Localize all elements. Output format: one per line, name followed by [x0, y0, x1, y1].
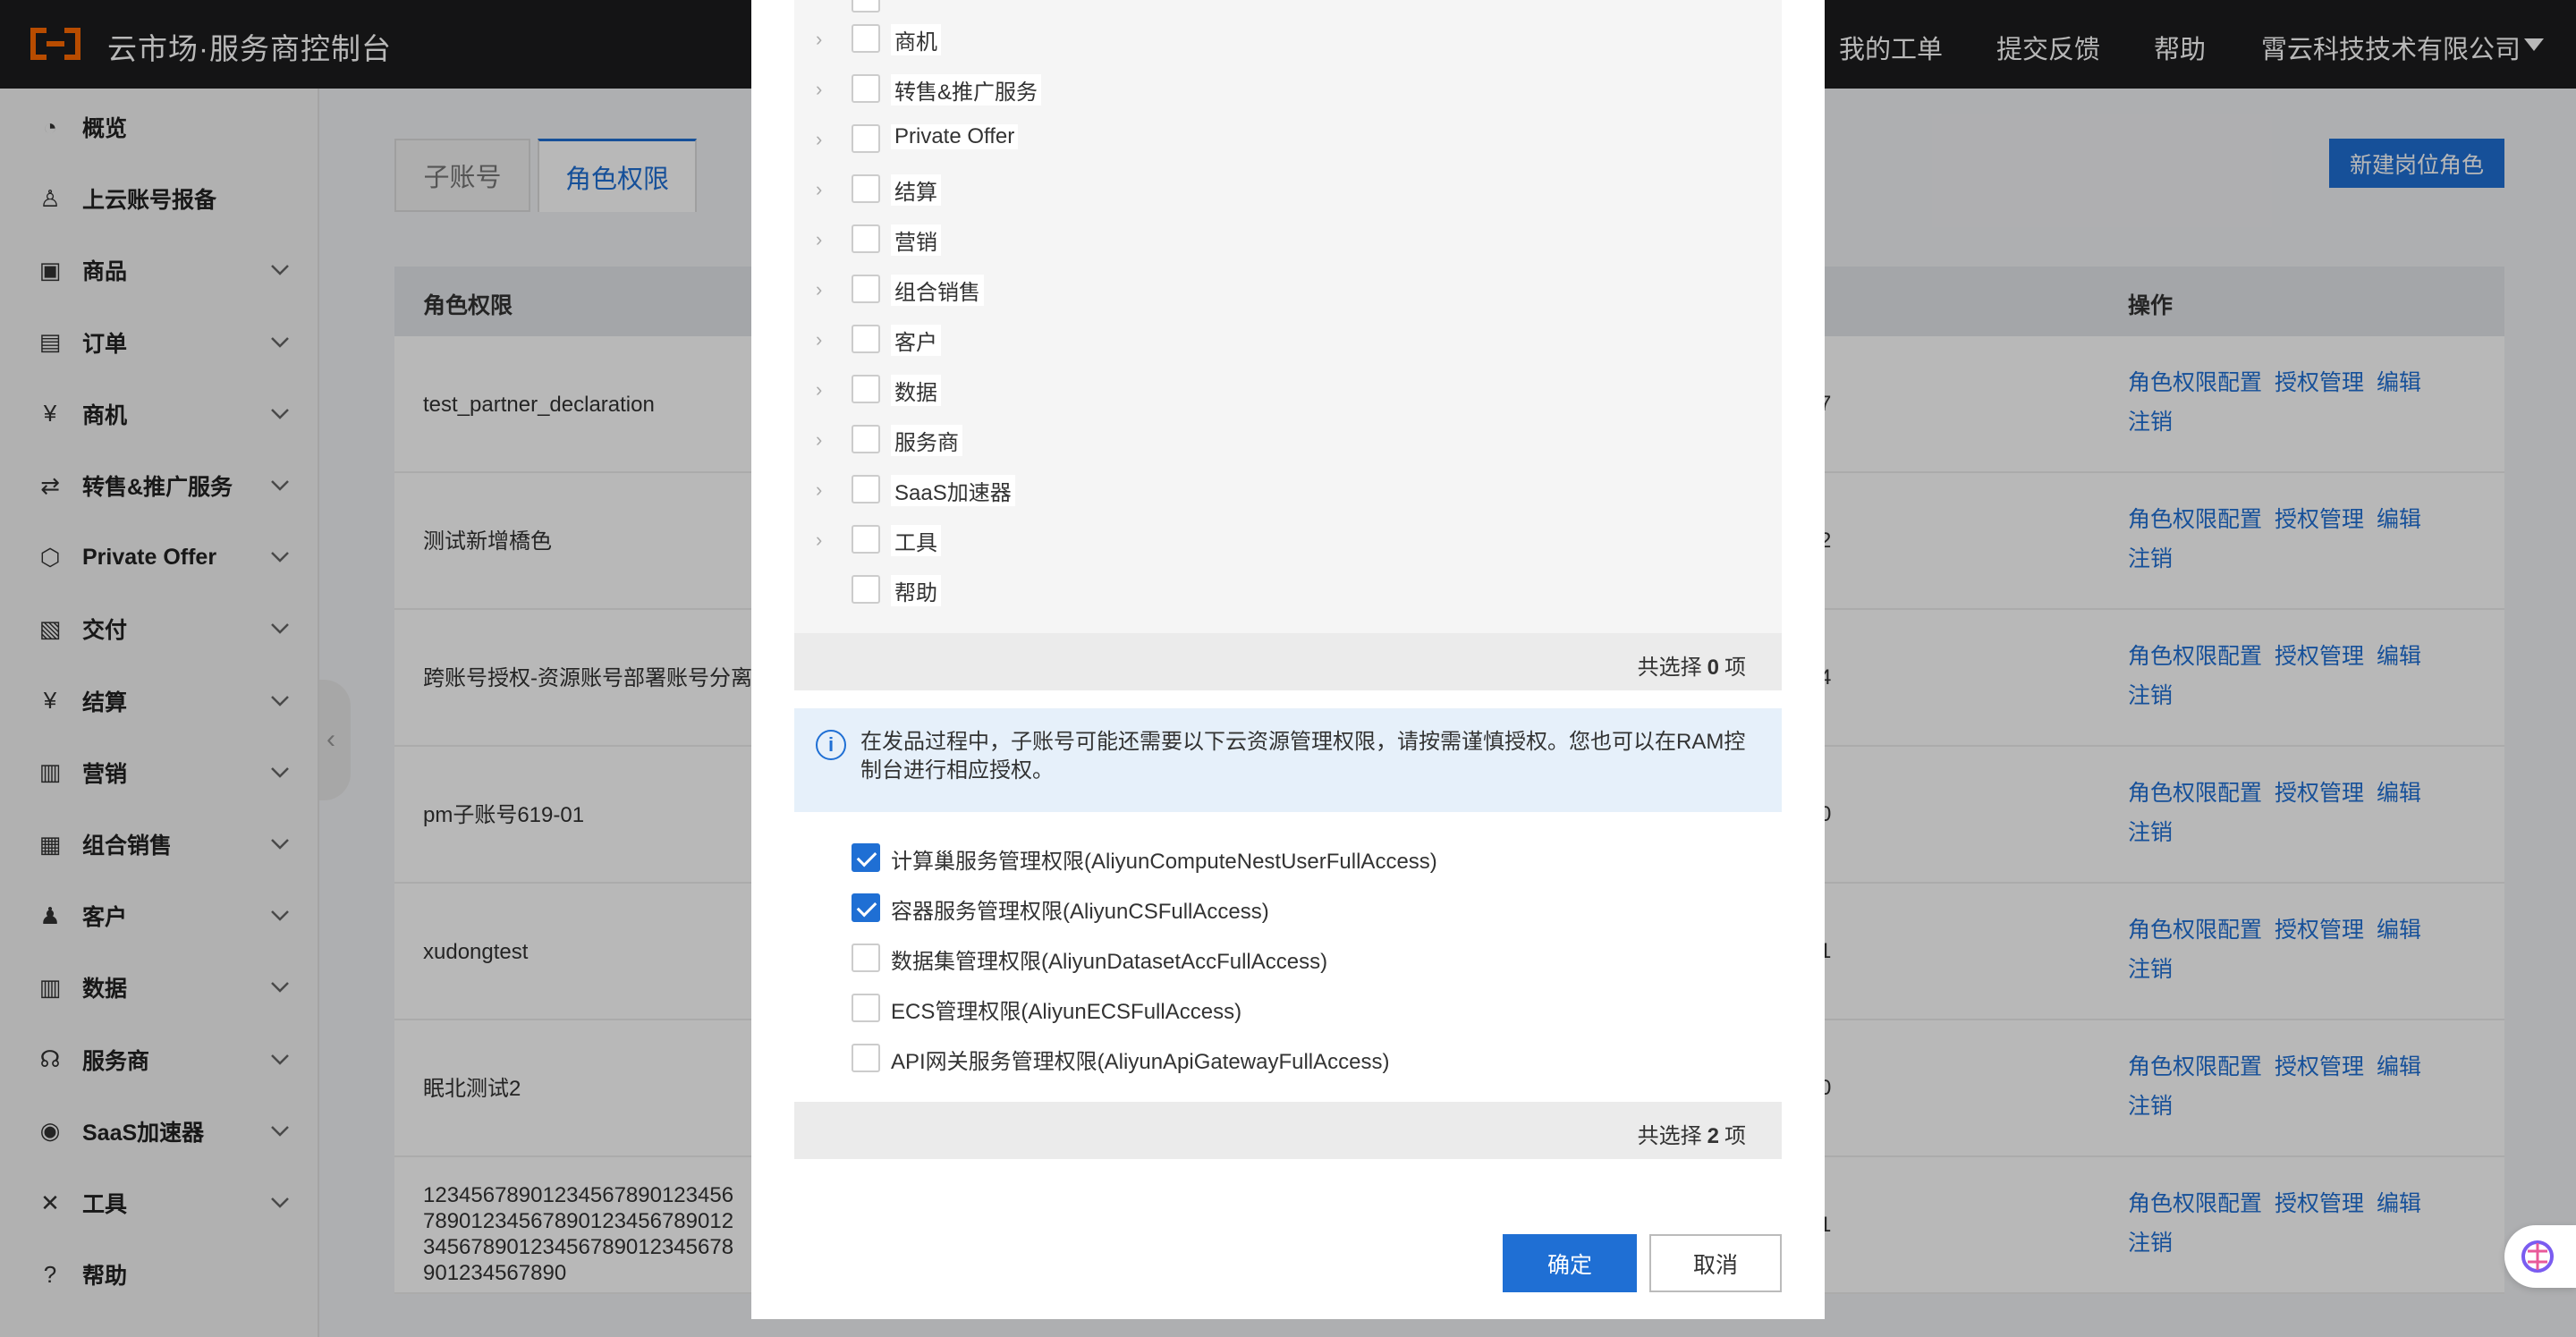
permission-checkbox[interactable]	[852, 893, 880, 922]
tree-label: 服务商	[891, 425, 962, 456]
tree-checkbox[interactable]	[852, 174, 880, 203]
tree-row: 帮助	[794, 564, 1782, 614]
chevron-right-icon[interactable]: ›	[816, 328, 822, 351]
permission-row: ECS管理权限(AliyunECSFullAccess)	[794, 983, 1782, 1033]
tree-row: › 组合销售	[794, 264, 1782, 314]
tree-checkbox[interactable]	[852, 375, 880, 403]
chevron-right-icon[interactable]: ›	[816, 478, 822, 502]
tree-checkbox[interactable]	[852, 525, 880, 554]
permission-checkbox[interactable]	[852, 994, 880, 1022]
tree-row: › 服务商	[794, 414, 1782, 464]
chevron-right-icon[interactable]: ›	[816, 28, 822, 51]
tree-checkbox[interactable]	[852, 224, 880, 253]
tree-checkbox[interactable]	[852, 0, 880, 13]
tree-row: › 数据	[794, 364, 1782, 414]
permission-label: ECS管理权限(AliyunECSFullAccess)	[891, 1000, 1242, 1024]
tree-row: › Private Offer	[794, 114, 1782, 164]
cancel-button[interactable]: 取消	[1649, 1234, 1782, 1292]
selected-count: 2	[1707, 1124, 1719, 1148]
permission-modal: › 商机 › 转售&推广服务 › Private Offer › 结算 › 营销 › 组合销售 › 客户 ›…	[751, 0, 1825, 1319]
selected-permissions-count-bar: 共选择 2 项	[794, 1102, 1782, 1159]
chevron-right-icon[interactable]: ›	[816, 428, 822, 452]
chevron-right-icon[interactable]: ›	[816, 529, 822, 552]
tree-label: 数据	[891, 375, 941, 406]
permission-label: 容器服务管理权限(AliyunCSFullAccess)	[891, 900, 1269, 924]
tree-checkbox[interactable]	[852, 124, 880, 153]
tree-checkbox[interactable]	[852, 325, 880, 353]
tree-row: › 客户	[794, 314, 1782, 364]
permission-row: 数据集管理权限(AliyunDatasetAccFullAccess)	[794, 933, 1782, 983]
info-text: 在发品过程中，子账号可能还需要以下云资源管理权限，请按需谨慎授权。您也可以在RA…	[860, 730, 1746, 783]
info-icon: i	[816, 730, 846, 760]
tree-label: Private Offer	[891, 124, 1019, 149]
chevron-right-icon[interactable]: ›	[816, 128, 822, 151]
tree-checkbox[interactable]	[852, 275, 880, 303]
tree-checkbox[interactable]	[852, 425, 880, 453]
tree-row: › 转售&推广服务	[794, 63, 1782, 114]
tree-checkbox[interactable]	[852, 575, 880, 604]
assistant-brain-icon	[2521, 1240, 2554, 1273]
permission-row: 计算巢服务管理权限(AliyunComputeNestUserFullAcces…	[794, 833, 1782, 883]
permission-checkbox[interactable]	[852, 1044, 880, 1072]
selected-count: 0	[1707, 656, 1719, 680]
chevron-right-icon[interactable]: ›	[816, 278, 822, 301]
tree-label: 工具	[891, 525, 941, 556]
chevron-right-icon[interactable]: ›	[816, 178, 822, 201]
permission-row: 容器服务管理权限(AliyunCSFullAccess)	[794, 883, 1782, 933]
count-prefix: 共选择	[1637, 656, 1702, 680]
tree-checkbox[interactable]	[852, 24, 880, 53]
chevron-right-icon[interactable]: ›	[816, 228, 822, 251]
tree-checkbox[interactable]	[852, 475, 880, 503]
tree-label: 商机	[891, 24, 941, 55]
count-suffix: 项	[1724, 656, 1746, 680]
tree-row: › 结算	[794, 164, 1782, 214]
tree-label: 结算	[891, 174, 941, 206]
tree-row: › 商机	[794, 13, 1782, 63]
permission-label: 数据集管理权限(AliyunDatasetAccFullAccess)	[891, 950, 1328, 974]
chevron-right-icon[interactable]: ›	[816, 78, 822, 101]
permission-checkbox[interactable]	[852, 944, 880, 972]
count-suffix: 项	[1724, 1124, 1746, 1148]
permission-label: API网关服务管理权限(AliyunApiGatewayFullAccess)	[891, 1050, 1390, 1074]
ai-assistant-button[interactable]	[2504, 1225, 2576, 1288]
info-notice: i 在发品过程中，子账号可能还需要以下云资源管理权限，请按需谨慎授权。您也可以在…	[794, 708, 1782, 812]
tree-label: SaaS加速器	[891, 475, 1015, 506]
chevron-right-icon[interactable]: ›	[816, 378, 822, 402]
tree-label: 组合销售	[891, 275, 984, 306]
permission-label: 计算巢服务管理权限(AliyunComputeNestUserFullAcces…	[891, 850, 1437, 874]
count-prefix: 共选择	[1637, 1124, 1702, 1148]
tree-checkbox[interactable]	[852, 74, 880, 103]
permission-tree: › 商机 › 转售&推广服务 › Private Offer › 结算 › 营销 › 组合销售 › 客户 ›…	[794, 0, 1782, 633]
confirm-button[interactable]: 确定	[1503, 1234, 1637, 1292]
tree-label: 营销	[891, 224, 941, 256]
permission-checkbox[interactable]	[852, 843, 880, 872]
selected-count-bar: 共选择 0 项	[794, 633, 1782, 690]
tree-label: 转售&推广服务	[891, 74, 1042, 106]
tree-row: › 营销	[794, 214, 1782, 264]
permission-row: API网关服务管理权限(AliyunApiGatewayFullAccess)	[794, 1033, 1782, 1083]
tree-label: 客户	[891, 325, 941, 356]
tree-row: › 工具	[794, 514, 1782, 564]
tree-label: 帮助	[891, 575, 941, 606]
tree-row: › SaaS加速器	[794, 464, 1782, 514]
